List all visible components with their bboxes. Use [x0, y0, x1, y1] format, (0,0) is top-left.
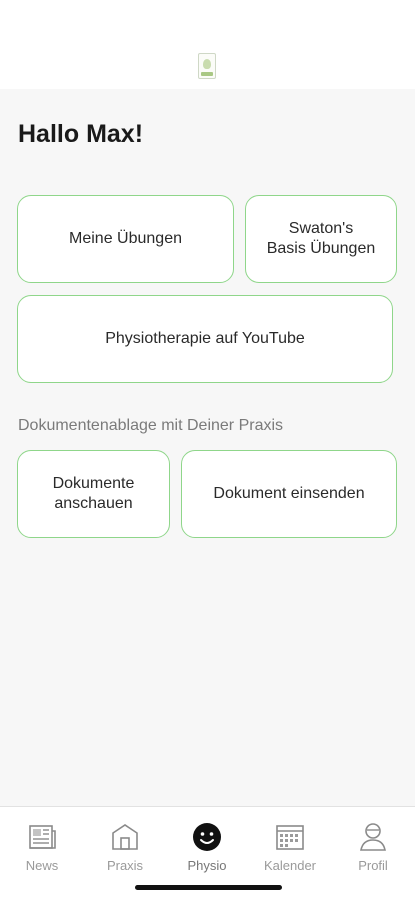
tab-profil[interactable]: Profil: [338, 821, 408, 883]
praxis-logo: [198, 53, 216, 79]
tab-profil-label: Profil: [358, 858, 388, 873]
tab-news[interactable]: News: [7, 821, 77, 883]
person-icon: [360, 823, 386, 851]
tab-physio[interactable]: Physio: [172, 821, 242, 883]
meine-uebungen-label: Meine Übungen: [69, 230, 182, 247]
dokument-einsenden-button[interactable]: Dokument einsenden: [181, 450, 397, 538]
dokumente-anschauen-button[interactable]: Dokumente anschauen: [17, 450, 170, 538]
physiotherapie-youtube-button[interactable]: Physiotherapie auf YouTube: [17, 295, 393, 383]
calendar-icon: [276, 825, 304, 850]
dokumente-anschauen-label: Dokumente anschauen: [52, 475, 135, 512]
tab-news-label: News: [25, 858, 59, 873]
tab-kalender-label: Kalender: [263, 858, 317, 873]
physiotherapie-youtube-label: Physiotherapie auf YouTube: [105, 330, 305, 347]
swaton-basis-uebungen-button[interactable]: Swaton's Basis Übungen: [245, 195, 397, 283]
meine-uebungen-button[interactable]: Meine Übungen: [17, 195, 234, 283]
building-icon: [112, 824, 138, 850]
dokument-einsenden-label: Dokument einsenden: [213, 485, 365, 502]
swaton-basis-uebungen-label: Swaton's Basis Übungen: [266, 220, 376, 257]
tab-praxis-label: Praxis: [106, 858, 144, 873]
tab-physio-label: Physio: [187, 858, 227, 873]
greeting-title: Hallo Max!: [18, 120, 144, 148]
logo-base: [201, 72, 213, 76]
newspaper-icon: [29, 825, 56, 849]
tab-kalender[interactable]: Kalender: [255, 821, 325, 883]
tab-praxis[interactable]: Praxis: [90, 821, 160, 883]
smiley-icon: [193, 823, 221, 851]
top-header: [0, 0, 415, 89]
logo-leaf-icon: [203, 59, 211, 69]
documents-section-label: Dokumentenablage mit Deiner Praxis: [18, 417, 284, 434]
home-indicator[interactable]: [135, 885, 282, 890]
